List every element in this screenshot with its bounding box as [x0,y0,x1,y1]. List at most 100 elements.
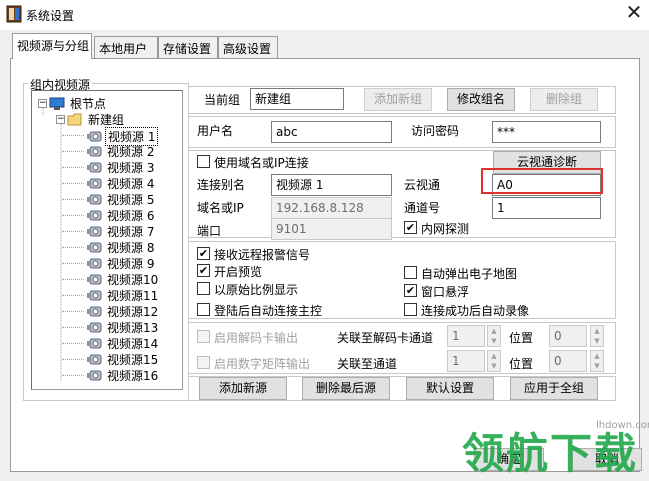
rename-group-button[interactable]: 修改组名 [447,88,515,111]
tree-connector [62,311,84,312]
current-group-input[interactable]: 新建组 [250,88,344,110]
tree-source-item[interactable]: 视频源 4 [62,175,156,192]
current-group-label: 当前组 [204,93,241,107]
tab-advanced-settings[interactable]: 高级设置 [218,36,278,58]
monitor-icon [49,97,65,110]
default-settings-button[interactable]: 默认设置 [406,377,494,400]
tree-source-item[interactable]: 视频源 8 [62,239,156,256]
domain-label: 域名或IP [197,201,244,215]
autorecord-checkbox[interactable] [404,303,417,316]
tree-source-label: 视频源 7 [107,225,155,239]
preview-checkbox[interactable]: ✔ [197,264,210,277]
tree-connector [62,295,84,296]
tree-source-item[interactable]: 视频源 7 [62,223,156,240]
tree-source-label: 视频源 8 [107,241,155,255]
tree-source-item[interactable]: 视频源11 [62,287,160,304]
float-checkbox[interactable]: ✔ [404,284,417,297]
tab-video-source-group[interactable]: 视频源与分组 [12,33,92,59]
tree-source-label: 视频源11 [107,289,159,303]
autorecord-label: 连接成功后自动录像 [421,304,530,318]
pos2-spinner[interactable]: ▲ ▼ [590,350,604,372]
tab-storage-settings[interactable]: 存储设置 [158,36,218,58]
use-domain-checkbox[interactable] [197,155,210,168]
delete-last-source-button[interactable]: 删除最后源 [302,377,390,400]
ratio-label: 以原始比例显示 [214,283,299,297]
tree-source-item[interactable]: 视频源 2 [62,143,156,160]
camera-icon [87,146,102,157]
delete-group-button[interactable]: 删除组 [530,88,598,111]
camera-icon [87,210,102,221]
tree-source-item[interactable]: 视频源 3 [62,159,156,176]
folder-icon [67,113,82,126]
tree-source-item[interactable]: 视频源 6 [62,207,156,224]
tab-local-user[interactable]: 本地用户 [94,36,158,58]
channel-input[interactable]: 1 [492,197,601,219]
decode-channel-label: 关联至解码卡通道 [337,331,434,345]
alias-input[interactable]: 视频源 1 [271,174,392,196]
tree-source-item[interactable]: 视频源15 [62,351,160,368]
preview-label: 开启预览 [214,265,263,279]
tree-source-label: 视频源 3 [107,161,155,175]
decode-channel-spinner[interactable]: ▲ ▼ [487,325,501,347]
tree-source-label: 视频源16 [107,369,159,383]
pos1-input[interactable]: 0 [549,325,587,347]
alias-label: 连接别名 [197,178,246,192]
alarm-checkbox[interactable]: ✔ [197,247,210,260]
apply-all-button[interactable]: 应用于全组 [510,377,598,400]
add-group-button[interactable]: 添加新组 [364,88,432,111]
autoconnect-checkbox[interactable] [197,303,210,316]
tree-source-item[interactable]: 视频源14 [62,335,160,352]
camera-icon [87,274,102,285]
tree-root-label: 根节点 [70,97,107,111]
port-input[interactable]: 9101 [271,218,392,240]
tree-connector [62,135,84,136]
lan-probe-checkbox[interactable]: ✔ [404,221,417,234]
autoconnect-label: 登陆后自动连接主控 [214,304,323,318]
float-label: 窗口悬浮 [421,285,470,299]
tree-source-label: 视频源 5 [107,193,155,207]
tree-connector [62,231,84,232]
camera-icon [87,258,102,269]
decode-channel-input[interactable]: 1 [447,325,485,347]
alarm-label: 接收远程报警信号 [214,248,311,262]
pos1-spinner[interactable]: ▲ ▼ [590,325,604,347]
channel-label: 通道号 [404,201,441,215]
tree-source-item[interactable]: 视频源16 [62,367,160,384]
pos2-input[interactable]: 0 [549,350,587,372]
camera-icon [87,354,102,365]
tree-source-item[interactable]: 视频源12 [62,303,160,320]
domain-input[interactable]: 192.168.8.128 [271,197,392,219]
tree-source-item[interactable]: 视频源13 [62,319,160,336]
collapse-icon[interactable]: − [56,115,65,124]
decode-out-checkbox[interactable] [197,330,210,343]
password-label: 访问密码 [411,124,460,138]
password-input[interactable]: *** [492,121,601,143]
close-icon[interactable]: ✕ [620,1,648,25]
collapse-icon[interactable]: − [38,99,47,108]
tree-source-item[interactable]: 视频源 9 [62,255,156,272]
source-tree[interactable]: − 根节点 − 新建组 视频源 1 视频源 2 视频源 3 视频源 4 视频源 5 视频源… [31,90,183,390]
matrix-out-checkbox[interactable] [197,356,210,369]
emap-label: 自动弹出电子地图 [421,267,518,281]
tree-root[interactable]: − 根节点 [38,95,108,112]
tree-source-label: 视频源 6 [107,209,155,223]
matrix-channel-spinner[interactable]: ▲ ▼ [487,350,501,372]
cloud-label: 云视通 [404,178,441,192]
tree-connector [62,215,84,216]
tree-connector [62,279,84,280]
tree-group[interactable]: − 新建组 [56,111,126,128]
add-source-button[interactable]: 添加新源 [199,377,287,400]
tree-connector [62,359,84,360]
emap-checkbox[interactable] [404,266,417,279]
tree-source-item[interactable]: 视频源10 [62,271,160,288]
ratio-checkbox[interactable] [197,282,210,295]
tree-source-label: 视频源14 [107,337,159,351]
matrix-channel-input[interactable]: 1 [447,350,485,372]
tree-group-label: 新建组 [88,113,125,127]
tree-source-label: 视频源 2 [107,145,155,159]
tree-connector [62,343,84,344]
camera-icon [87,370,102,381]
camera-icon [87,226,102,237]
username-input[interactable]: abc [271,121,392,143]
tree-source-item[interactable]: 视频源 5 [62,191,156,208]
